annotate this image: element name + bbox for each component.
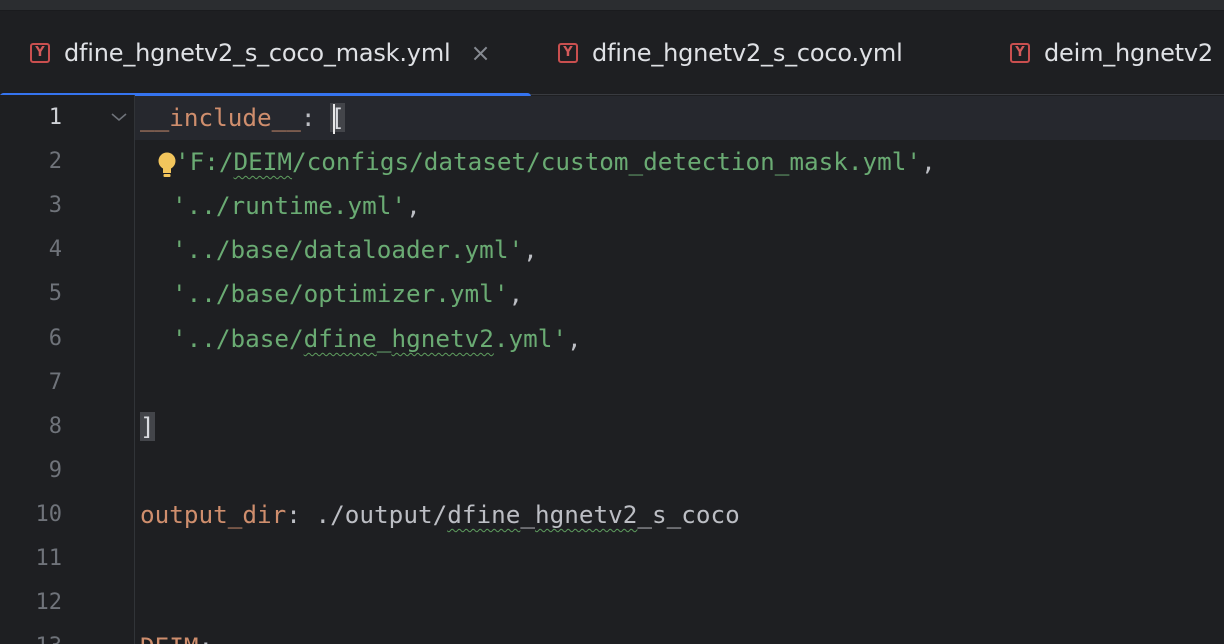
string-quote: ' [175, 147, 190, 176]
window-top-bar [0, 0, 1224, 11]
yaml-key: output_dir [140, 500, 287, 529]
line-number: 6 [48, 326, 62, 351]
yaml-file-icon: Y [558, 42, 578, 63]
text-cursor [332, 104, 335, 134]
colon: : [199, 632, 214, 644]
value-part: ./output/ [315, 500, 448, 529]
string-part: _ [376, 324, 392, 353]
tab-dfine-hgnetv2-s-coco[interactable]: Y dfine_hgnetv2_s_coco.yml [558, 11, 903, 94]
string-part: F:/ [189, 147, 234, 176]
string-part: /configs/dataset/custom_detection_mask.y… [292, 147, 922, 176]
string-part: '../base/ [172, 324, 304, 353]
line-number: 1 [48, 105, 62, 130]
fold-chevron-icon[interactable] [110, 108, 128, 127]
typo-word: DEIM [233, 147, 293, 176]
yaml-key: DEIM [140, 632, 199, 644]
typo-word: hgnetv2 [391, 324, 494, 353]
code-line-5[interactable]: '../base/optimizer.yml', [172, 272, 523, 316]
line-number: 11 [35, 546, 63, 571]
code-line-8[interactable]: ] [140, 405, 155, 449]
code-line-3[interactable]: '../runtime.yml', [172, 184, 421, 228]
value-part: _ [520, 500, 535, 529]
line-number: 10 [35, 502, 63, 527]
line-number: 4 [48, 237, 62, 262]
line-number: 8 [48, 414, 62, 439]
comma: , [406, 191, 421, 220]
tab-dfine-hgnetv2-s-coco-mask[interactable]: Y dfine_hgnetv2_s_coco_mask.yml × [30, 11, 491, 94]
comma: , [566, 324, 582, 353]
tab-label: deim_hgnetv2 [1044, 38, 1213, 67]
matched-bracket: ] [140, 412, 155, 441]
line-number: 3 [48, 193, 62, 218]
line-number: 2 [48, 149, 62, 174]
comma: , [508, 279, 524, 308]
tab-deim-hgnetv2[interactable]: Y deim_hgnetv2 [1010, 11, 1213, 94]
string-value: '../base/dataloader.yml' [172, 235, 524, 264]
value-part: _s_coco [637, 500, 740, 529]
colon: : [300, 103, 331, 132]
code-line-2[interactable]: 'F:/DEIM/configs/dataset/custom_detectio… [175, 140, 936, 184]
editor-tab-bar: Y dfine_hgnetv2_s_coco_mask.yml × Y dfin… [0, 11, 1224, 100]
string-part: .yml' [493, 324, 567, 353]
line-number: 12 [35, 590, 63, 615]
typo-word: dfine [447, 500, 521, 529]
tab-label: dfine_hgnetv2_s_coco.yml [592, 38, 903, 67]
lightbulb-icon[interactable] [157, 151, 177, 181]
code-line-10[interactable]: output_dir: ./output/dfine_hgnetv2_s_coc… [140, 493, 740, 537]
code-line-1[interactable]: __include__: [ [140, 96, 345, 140]
string-value: '../runtime.yml' [172, 191, 407, 220]
typo-word: hgnetv2 [534, 500, 638, 529]
yaml-file-icon: Y [1010, 42, 1030, 63]
line-number: 5 [48, 281, 62, 306]
code-line-6[interactable]: '../base/dfine_hgnetv2.yml', [172, 317, 582, 361]
tab-label: dfine_hgnetv2_s_coco_mask.yml [64, 38, 451, 67]
line-number: 13 [0, 625, 63, 644]
line-number: 9 [48, 458, 62, 483]
close-icon[interactable]: × [470, 41, 490, 65]
code-line-4[interactable]: '../base/dataloader.yml', [172, 228, 538, 272]
colon: : [286, 500, 316, 529]
yaml-file-icon: Y [30, 42, 50, 63]
typo-word: dfine [303, 324, 377, 353]
comma: , [921, 147, 936, 176]
yaml-key: __include__ [140, 103, 301, 132]
string-value: '../base/optimizer.yml' [172, 279, 509, 308]
line-number: 7 [48, 370, 62, 395]
code-line-13[interactable]: DEIM: [140, 625, 213, 644]
comma: , [523, 235, 538, 264]
